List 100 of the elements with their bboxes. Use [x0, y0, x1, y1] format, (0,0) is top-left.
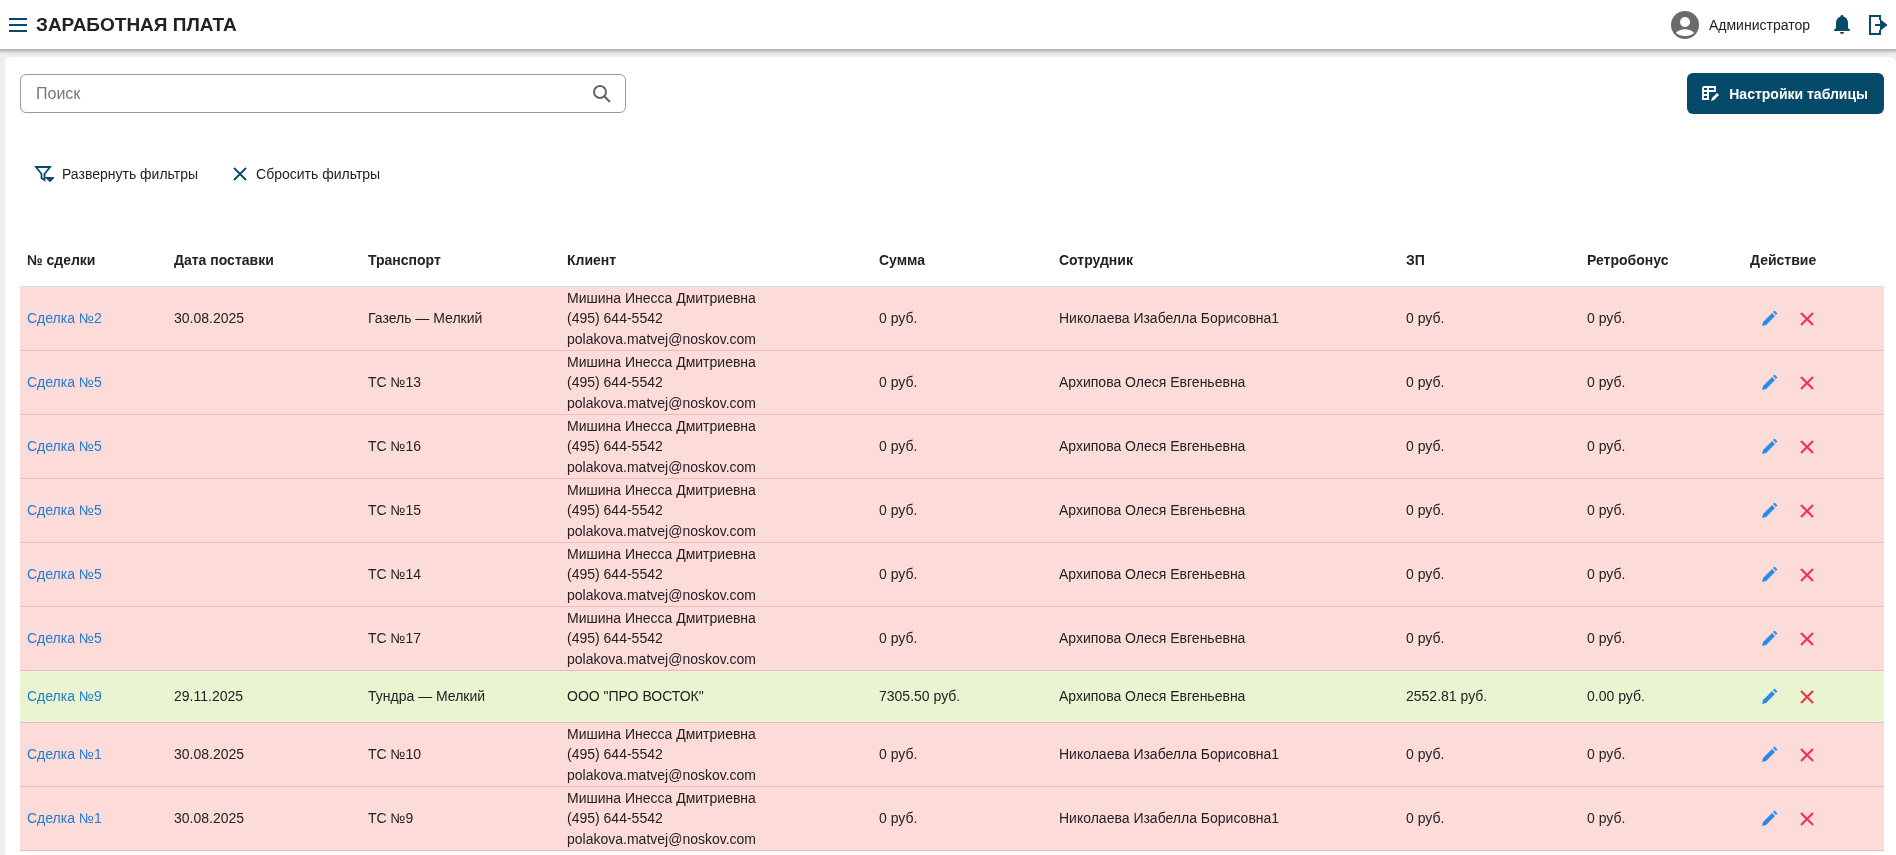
- deal-link[interactable]: Сделка №5: [27, 438, 102, 455]
- table-cell-text: (495) 644-5542: [567, 437, 664, 457]
- table-cell-text: polakova.matvej@noskov.com: [567, 829, 758, 849]
- delete-button[interactable]: [1798, 565, 1816, 584]
- table-cell: 0 руб.: [1406, 310, 1445, 327]
- column-header: Транспорт: [361, 234, 560, 287]
- table-cell-text: polakova.matvej@noskov.com: [567, 765, 758, 785]
- table-cell-text: ООО "ПРО ВОСТОК": [567, 687, 705, 707]
- deal-link[interactable]: Сделка №5: [27, 566, 102, 583]
- edit-button[interactable]: [1760, 501, 1778, 520]
- table-cell: 29.11.2025: [174, 688, 244, 705]
- table-cell: ТС №14: [368, 566, 422, 583]
- deal-link[interactable]: Сделка №5: [27, 502, 102, 519]
- edit-button[interactable]: [1760, 309, 1778, 328]
- table-cell: ТС №15: [368, 502, 422, 519]
- table-cell: Архипова Олеся Евгеньевна: [1059, 374, 1246, 391]
- bell-icon[interactable]: [1832, 13, 1852, 36]
- table-cell: Архипова Олеся Евгеньевна: [1059, 566, 1246, 583]
- table-cell: 0 руб.: [879, 810, 918, 827]
- table-cell: 0 руб.: [1587, 746, 1626, 763]
- edit-button[interactable]: [1760, 745, 1778, 764]
- table-cell: 0 руб.: [879, 438, 918, 455]
- table-cell-text: Мишина Инесса Дмитриевна: [567, 352, 757, 372]
- deal-link[interactable]: Сделка №1: [27, 810, 102, 827]
- edit-button[interactable]: [1760, 809, 1778, 828]
- deal-link[interactable]: Сделка №1: [27, 746, 102, 763]
- delete-button[interactable]: [1798, 687, 1816, 706]
- table-cell-text: polakova.matvej@noskov.com: [567, 393, 758, 413]
- table-cell: Тундра — Мелкий: [368, 688, 486, 705]
- table-cell: 0 руб.: [1406, 810, 1445, 827]
- deal-link[interactable]: Сделка №5: [27, 374, 102, 391]
- table-cell: Архипова Олеся Евгеньевна: [1059, 688, 1246, 705]
- table-cell-text: Мишина Инесса Дмитриевна: [567, 416, 757, 436]
- edit-button[interactable]: [1760, 565, 1778, 584]
- table-cell-text: Мишина Инесса Дмитриевна: [567, 608, 757, 628]
- close-icon: [232, 166, 249, 182]
- table-cell: 7305.50 руб.: [879, 688, 961, 705]
- table-cell: 30.08.2025: [174, 746, 245, 763]
- edit-button[interactable]: [1760, 373, 1778, 392]
- table-cell: 0 руб.: [879, 746, 918, 763]
- edit-button[interactable]: [1760, 687, 1778, 706]
- table-cell: 0 руб.: [1406, 374, 1445, 391]
- table-cell-text: polakova.matvej@noskov.com: [567, 521, 758, 541]
- column-header: № сделки: [20, 234, 167, 287]
- edit-button[interactable]: [1760, 629, 1778, 648]
- table-cell: Николаева Изабелла Борисовна1: [1059, 810, 1280, 827]
- page-title: ЗАРАБОТНАЯ ПЛАТА: [36, 13, 237, 36]
- reset-filters-button[interactable]: Сбросить фильтры: [230, 160, 383, 188]
- edit-button[interactable]: [1760, 437, 1778, 456]
- column-header: Дата поставки: [167, 234, 361, 287]
- deal-link[interactable]: Сделка №9: [27, 688, 102, 705]
- table-cell: 0 руб.: [1587, 310, 1626, 327]
- menu-icon[interactable]: [8, 16, 28, 33]
- user-avatar-icon[interactable]: [1671, 10, 1699, 39]
- column-header: ЗП: [1399, 234, 1580, 287]
- table-cell-text: polakova.matvej@noskov.com: [567, 649, 758, 669]
- table-cell-text: Мишина Инесса Дмитриевна: [567, 788, 757, 808]
- table-cell: 30.08.2025: [174, 810, 245, 827]
- table-edit-icon: [1701, 84, 1720, 103]
- table-cell: ТС №17: [368, 630, 422, 647]
- table-cell: ТС №13: [368, 374, 422, 391]
- table-cell-text: (495) 644-5542: [567, 809, 664, 829]
- table-cell: ТС №16: [368, 438, 422, 455]
- table-cell: 0.00 руб.: [1587, 688, 1645, 705]
- delete-button[interactable]: [1798, 501, 1816, 520]
- table-cell: 0 руб.: [1587, 566, 1626, 583]
- table-cell: Архипова Олеся Евгеньевна: [1059, 438, 1246, 455]
- table-cell: 0 руб.: [1406, 630, 1445, 647]
- table-cell-text: Мишина Инесса Дмитриевна: [567, 288, 757, 308]
- column-header: Клиент: [560, 234, 872, 287]
- table-cell: ТС №10: [368, 746, 422, 763]
- table-cell: 0 руб.: [1587, 810, 1626, 827]
- table-cell: Архипова Олеся Евгеньевна: [1059, 630, 1246, 647]
- search-icon: [592, 84, 612, 104]
- delete-button[interactable]: [1798, 437, 1816, 456]
- table-cell-text: Мишина Инесса Дмитриевна: [567, 724, 757, 744]
- logout-icon[interactable]: [1868, 13, 1888, 36]
- table-cell: 0 руб.: [1406, 566, 1445, 583]
- deal-link[interactable]: Сделка №2: [27, 310, 102, 327]
- delete-button[interactable]: [1798, 373, 1816, 392]
- table-cell: 0 руб.: [1587, 374, 1626, 391]
- expand-filters-button[interactable]: Развернуть фильтры: [32, 160, 201, 188]
- table-cell-text: (495) 644-5542: [567, 501, 664, 521]
- table-cell: Газель — Мелкий: [368, 310, 483, 327]
- table-cell: 0 руб.: [879, 374, 918, 391]
- delete-button[interactable]: [1798, 809, 1816, 828]
- table-cell-text: (495) 644-5542: [567, 565, 664, 585]
- table-settings-button[interactable]: Настройки таблицы: [1687, 73, 1884, 114]
- delete-button[interactable]: [1798, 745, 1816, 764]
- table-cell-text: (495) 644-5542: [567, 629, 664, 649]
- table-cell: 0 руб.: [1406, 746, 1445, 763]
- delete-button[interactable]: [1798, 309, 1816, 328]
- table-cell: 0 руб.: [879, 502, 918, 519]
- column-header: Ретробонус: [1580, 234, 1743, 287]
- deal-link[interactable]: Сделка №5: [27, 630, 102, 647]
- table-cell: 0 руб.: [1406, 438, 1445, 455]
- search-field[interactable]: Поиск: [20, 74, 626, 113]
- column-header: Сумма: [872, 234, 1052, 287]
- table-cell: 0 руб.: [1587, 630, 1626, 647]
- delete-button[interactable]: [1798, 629, 1816, 648]
